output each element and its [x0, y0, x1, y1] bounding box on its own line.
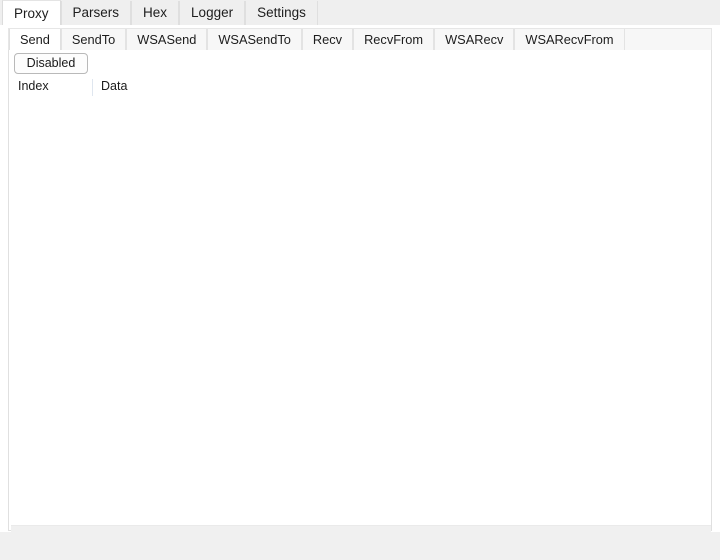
grid-header-row: Index Data [10, 77, 710, 96]
application-window: Proxy Parsers Hex Logger Settings Send S… [0, 0, 720, 560]
enable-disable-toggle-button[interactable]: Disabled [14, 53, 88, 74]
toolbar: Disabled [9, 50, 711, 74]
proxy-page: Send SendTo WSASend WSASendTo Recv RecvF… [0, 25, 720, 560]
secondary-tab-strip: Send SendTo WSASend WSASendTo Recv RecvF… [8, 28, 712, 51]
tab-wsasendto[interactable]: WSASendTo [207, 29, 302, 51]
tab-settings[interactable]: Settings [245, 1, 318, 25]
tab-recv[interactable]: Recv [301, 29, 354, 51]
tab-wsarecv[interactable]: WSARecv [434, 29, 515, 51]
tab-wsarecvfrom[interactable]: WSARecvFrom [514, 29, 625, 51]
tab-sendto[interactable]: SendTo [60, 29, 127, 51]
primary-tab-list: Proxy Parsers Hex Logger Settings [0, 0, 720, 25]
packet-data-grid[interactable]: Index Data [10, 77, 711, 547]
window-footer-area [0, 532, 720, 560]
tab-logger[interactable]: Logger [179, 1, 246, 25]
tab-wsasend[interactable]: WSASend [126, 29, 208, 51]
send-tab-panel: Disabled Index Data [8, 50, 712, 547]
tab-recvfrom[interactable]: RecvFrom [353, 29, 435, 51]
column-header-index[interactable]: Index [10, 77, 93, 96]
tab-hex[interactable]: Hex [131, 1, 180, 25]
tab-send[interactable]: Send [9, 29, 61, 51]
column-header-data[interactable]: Data [93, 77, 693, 96]
primary-tab-strip: Proxy Parsers Hex Logger Settings [0, 0, 720, 25]
tab-proxy[interactable]: Proxy [2, 0, 61, 25]
grid-body-empty[interactable] [10, 96, 710, 504]
tab-parsers[interactable]: Parsers [60, 1, 132, 25]
secondary-tab-list: Send SendTo WSASend WSASendTo Recv RecvF… [9, 29, 711, 51]
